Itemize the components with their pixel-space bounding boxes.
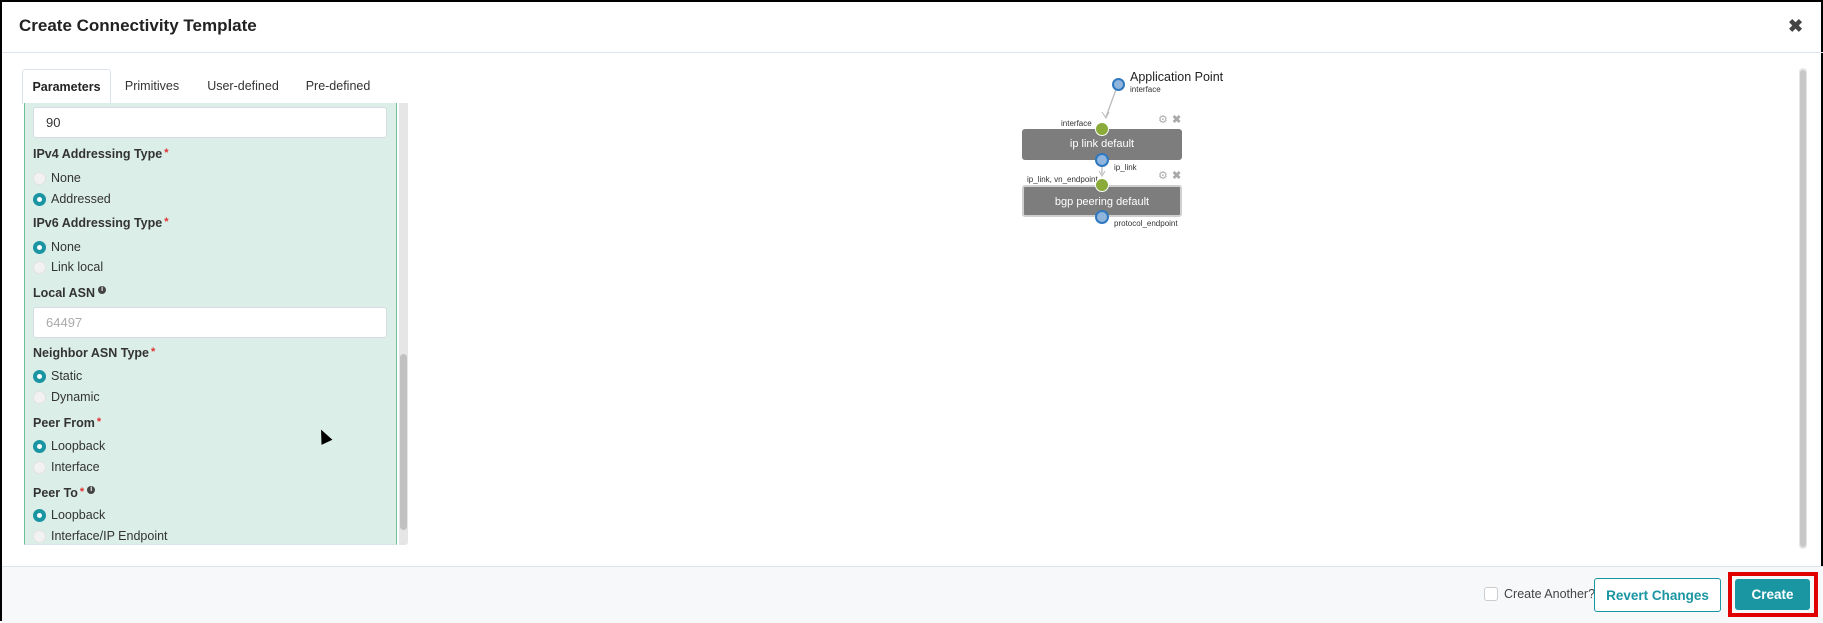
required-marker: * [164,216,169,228]
label-text: Peer To [33,486,78,500]
neighbor-asn-option[interactable]: Static [33,368,82,384]
info-icon[interactable]: i [87,486,96,494]
option-label: Interface/IP Endpoint [51,529,168,543]
info-icon[interactable]: i [98,286,107,294]
app-point-port[interactable] [1112,78,1125,91]
required-marker: * [79,486,85,498]
node-in-port-label: interface [1061,119,1092,128]
node-out-port-label: ip_link [1114,163,1137,172]
create-button[interactable]: Create [1735,579,1810,610]
radio-button[interactable] [33,240,46,254]
peer-from-label: Peer From * [33,416,101,430]
neighbor-asn-label: Neighbor ASN Type * [33,346,155,360]
label-text: Neighbor ASN Type [33,346,149,360]
diagram-scrollbar-thumb[interactable] [1800,70,1806,547]
top-value-input[interactable]: 90 [33,107,387,138]
tab-parameters[interactable]: Parameters [22,69,111,104]
output-port[interactable] [1095,210,1109,224]
radio-button[interactable] [33,529,46,543]
remove-icon[interactable]: ✖ [1172,113,1181,126]
radio-button[interactable] [33,192,46,206]
remove-icon[interactable]: ✖ [1172,169,1181,182]
tab-primitives[interactable]: Primitives [111,69,193,104]
label-text: IPv6 Addressing Type [33,216,163,230]
app-point-title: Application Point [1130,70,1224,84]
required-marker: * [96,416,102,428]
peer-to-label: Peer To * i [33,486,96,500]
panel-scrollbar-thumb[interactable] [400,354,407,530]
app-point-port-label: interface [1130,85,1161,94]
option-label: Link local [51,260,104,274]
node-out-port-label: protocol_endpoint [1114,219,1178,228]
option-label: Loopback [51,439,106,453]
gear-icon[interactable]: ⚙ [1158,169,1168,182]
option-label: Interface [51,460,100,474]
label-text: Local ASN [33,286,96,300]
peer-to-option[interactable]: Interface/IP Endpoint [33,528,168,544]
radio-button[interactable] [33,460,46,474]
local-asn-input[interactable]: 64497 [33,307,387,338]
peer-from-option[interactable]: Loopback [33,438,105,454]
radio-button[interactable] [33,171,46,185]
option-label: None [51,240,81,254]
radio-button[interactable] [33,508,46,522]
gear-icon[interactable]: ⚙ [1158,113,1168,126]
option-label: Static [51,369,83,383]
output-port[interactable] [1095,153,1109,167]
required-marker: * [150,346,156,358]
radio-button[interactable] [33,390,46,404]
tab-pre-defined[interactable]: Pre-defined [293,69,383,104]
peer-to-option[interactable]: Loopback [33,507,105,523]
ipv6-option[interactable]: Link local [33,259,103,275]
local-asn-label: Local ASN i [33,286,107,300]
label-text: IPv4 Addressing Type [33,147,163,161]
ipv4-label: IPv4 Addressing Type * [33,147,169,161]
create-another-checkbox[interactable] [1484,587,1498,601]
tab-user-defined[interactable]: User-defined [193,69,293,104]
ipv6-label: IPv6 Addressing Type * [33,216,169,230]
required-marker: * [164,147,169,159]
option-label: Dynamic [51,390,100,404]
ipv6-option[interactable]: None [33,239,81,255]
ipv4-option[interactable]: Addressed [33,191,111,207]
input-port[interactable] [1095,122,1109,136]
dialog-title: Create Connectivity Template [19,16,257,35]
create-another-label[interactable]: Create Another? [1504,587,1595,601]
close-icon[interactable]: ✖ [1788,16,1803,37]
node-in-port-label: ip_link, vn_endpoint [1027,175,1098,184]
divider [2,52,1823,53]
option-label: Addressed [51,192,111,206]
neighbor-asn-option[interactable]: Dynamic [33,389,100,405]
input-port[interactable] [1095,178,1109,192]
label-text: Peer From [33,416,95,430]
radio-button[interactable] [33,439,46,453]
peer-from-option[interactable]: Interface [33,459,100,475]
radio-button[interactable] [33,260,46,274]
ipv4-option[interactable]: None [33,170,81,186]
option-label: None [51,171,81,185]
radio-button[interactable] [33,369,46,383]
option-label: Loopback [51,508,106,522]
revert-changes-button[interactable]: Revert Changes [1594,578,1721,612]
